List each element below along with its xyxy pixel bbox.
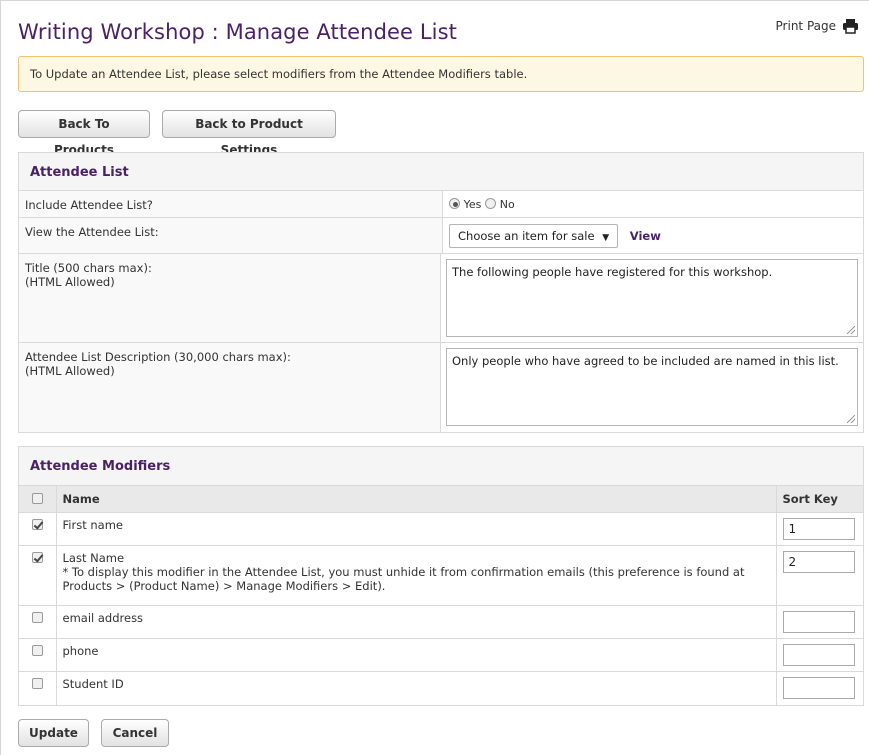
cancel-button[interactable]: Cancel (101, 719, 169, 747)
include-no-label: No (499, 198, 515, 211)
resize-grip-icon[interactable] (847, 415, 855, 423)
modifier-checkbox[interactable] (31, 645, 43, 656)
title-textarea-value: The following people have registered for… (452, 265, 773, 279)
modifier-name: phone (56, 638, 776, 672)
view-attendee-controls: Choose an item for sale ▼ View (443, 218, 863, 253)
back-to-product-settings-button[interactable]: Back to Product Settings (162, 110, 336, 157)
table-row: First name 1 (19, 512, 863, 546)
include-attendee-options: Yes No (443, 191, 863, 217)
description-textarea[interactable]: Only people who have agreed to be includ… (446, 348, 858, 426)
select-all-cell (19, 485, 57, 513)
modifier-checkbox[interactable] (31, 519, 43, 530)
attendee-list-panel: Attendee List Include Attendee List? Yes… (18, 152, 864, 433)
description-label: Attendee List Description (30,000 chars … (19, 343, 441, 432)
printer-icon (843, 19, 858, 34)
modifier-name: First name (56, 512, 776, 546)
attendee-modifiers-heading: Attendee Modifiers (19, 447, 863, 485)
modifier-note: * To display this modifier in the Attend… (62, 565, 745, 593)
modifiers-table: Name Sort Key First name 1 Last Name * T… (19, 485, 863, 705)
title-label-line2: (HTML Allowed) (25, 275, 115, 289)
sort-key-input[interactable]: 2 (782, 551, 855, 573)
sort-key-input[interactable] (782, 677, 855, 699)
sort-key-input[interactable] (782, 644, 855, 666)
update-button[interactable]: Update (18, 719, 89, 747)
page-header: Writing Workshop : Manage Attendee List … (18, 18, 859, 50)
modifiers-table-header: Name Sort Key (19, 485, 863, 513)
modifier-checkbox[interactable] (31, 678, 43, 689)
table-row: Last Name * To display this modifier in … (19, 545, 863, 606)
sort-key-input[interactable]: 1 (782, 518, 855, 540)
table-row: phone (19, 638, 863, 672)
table-row: Student ID (19, 671, 863, 705)
modifier-checkbox[interactable] (31, 552, 43, 563)
table-row: email address (19, 605, 863, 639)
view-attendee-row: View the Attendee List: Choose an item f… (19, 218, 863, 254)
sort-key-column-header: Sort Key (775, 485, 863, 513)
description-label-line2: (HTML Allowed) (25, 364, 115, 378)
modifier-name: Student ID (62, 677, 124, 691)
info-notice: To Update an Attendee List, please selec… (18, 56, 864, 92)
print-page-label: Print Page (775, 19, 836, 33)
modifier-name: email address (56, 605, 776, 639)
resize-grip-icon[interactable] (847, 326, 855, 334)
view-attendee-link[interactable]: View (630, 229, 661, 243)
description-label-line1: Attendee List Description (30,000 chars … (25, 350, 291, 364)
back-to-products-button[interactable]: Back To Products (18, 110, 150, 157)
page-title: Writing Workshop : Manage Attendee List (18, 20, 457, 44)
description-textarea-value: Only people who have agreed to be includ… (452, 354, 839, 368)
print-page-link[interactable]: Print Page (776, 18, 859, 34)
title-label: Title (500 chars max): (HTML Allowed) (19, 254, 441, 342)
modifier-name: Last Name (62, 551, 125, 565)
view-attendee-label: View the Attendee List: (19, 218, 443, 253)
select-all-checkbox[interactable] (31, 492, 43, 504)
item-for-sale-select[interactable]: Choose an item for sale ▼ (449, 224, 619, 248)
include-yes-label: Yes (463, 198, 482, 211)
modifier-checkbox[interactable] (31, 612, 43, 623)
title-row: Title (500 chars max): (HTML Allowed) Th… (19, 254, 863, 343)
attendee-list-heading: Attendee List (19, 153, 863, 191)
description-row: Attendee List Description (30,000 chars … (19, 343, 863, 432)
title-textarea[interactable]: The following people have registered for… (446, 259, 858, 337)
include-attendee-row: Include Attendee List? Yes No (19, 191, 863, 218)
name-column-header: Name (56, 485, 776, 513)
attendee-modifiers-panel: Attendee Modifiers Name Sort Key First n… (18, 446, 864, 706)
dropdown-arrow-icon: ▼ (602, 233, 610, 243)
include-no-radio[interactable] (485, 198, 497, 209)
include-attendee-label: Include Attendee List? (19, 191, 443, 217)
item-for-sale-select-value: Choose an item for sale (458, 229, 595, 243)
include-yes-radio[interactable] (449, 198, 460, 209)
sort-key-input[interactable] (782, 611, 855, 633)
title-label-line1: Title (500 chars max): (25, 261, 152, 275)
